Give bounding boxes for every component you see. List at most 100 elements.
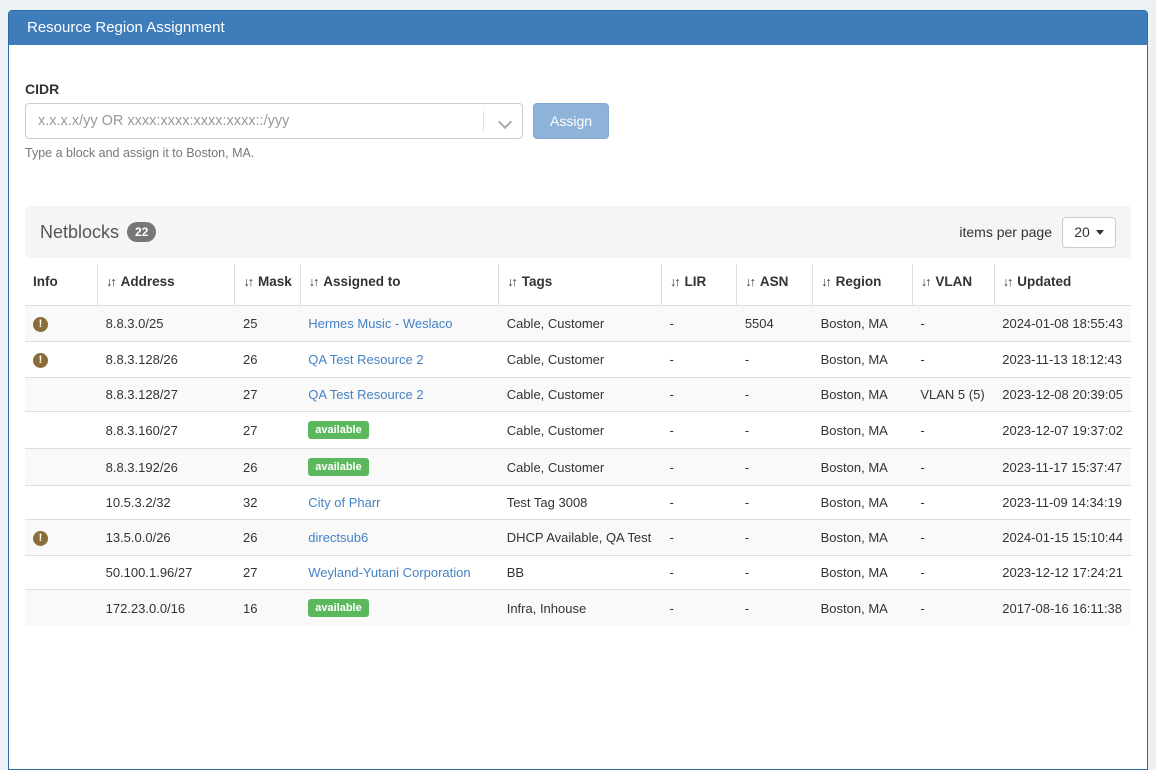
cell-lir: - [662,412,737,449]
cell-info [25,412,98,449]
caret-down-icon [1096,230,1104,235]
column-header-tags[interactable]: ↓↑ Tags [499,264,662,306]
cell-tags: Cable, Customer [499,449,662,486]
cell-updated: 2023-11-09 14:34:19 [994,486,1131,520]
column-header-vlan[interactable]: ↓↑VLAN [912,264,994,306]
cell-assigned-to: available [300,449,498,486]
cell-region: Boston, MA [813,486,913,520]
sort-icon: ↓↑ [309,275,318,289]
resource-region-panel: Resource Region Assignment CIDR Assign T… [8,10,1148,770]
cell-asn: 5504 [737,306,813,342]
cell-updated: 2023-11-17 15:37:47 [994,449,1131,486]
table-row: 172.23.0.0/1616availableInfra, Inhouse--… [25,590,1131,627]
warning-icon[interactable]: ! [33,353,48,368]
cidr-input[interactable] [26,104,522,138]
cell-lir: - [662,556,737,590]
cell-updated: 2023-12-08 20:39:05 [994,378,1131,412]
cell-address: 13.5.0.0/26 [98,520,235,556]
table-row: !8.8.3.128/2626QA Test Resource 2Cable, … [25,342,1131,378]
cell-tags: Cable, Customer [499,306,662,342]
column-label: VLAN [935,274,972,289]
assigned-to-link[interactable]: Weyland-Yutani Corporation [308,565,470,580]
cell-updated: 2024-01-15 15:10:44 [994,520,1131,556]
cidr-help-text: Type a block and assign it to Boston, MA… [25,146,1131,160]
column-label: Address [121,274,175,289]
column-label: Info [33,274,58,289]
available-badge: available [308,421,368,439]
cell-vlan: - [912,449,994,486]
assigned-to-link[interactable]: directsub6 [308,530,368,545]
cidr-form-row: Assign [25,103,1131,139]
sort-icon: ↓↑ [507,275,516,289]
cell-updated: 2024-01-08 18:55:43 [994,306,1131,342]
warning-icon[interactable]: ! [33,317,48,332]
sort-icon: ↓↑ [745,275,754,289]
cell-mask: 26 [235,520,300,556]
cell-info: ! [25,306,98,342]
cell-asn: - [737,342,813,378]
cell-address: 8.8.3.128/27 [98,378,235,412]
cell-region: Boston, MA [813,378,913,412]
cell-tags: Cable, Customer [499,412,662,449]
cell-assigned-to: directsub6 [300,520,498,556]
assigned-to-link[interactable]: City of Pharr [308,495,380,510]
table-row: 10.5.3.2/3232City of PharrTest Tag 3008-… [25,486,1131,520]
column-label: LIR [685,274,707,289]
page-size-select[interactable]: 20 [1062,217,1116,248]
cell-updated: 2017-08-16 16:11:38 [994,590,1131,627]
cell-info: ! [25,520,98,556]
cell-vlan: - [912,556,994,590]
chevron-down-icon[interactable] [500,117,510,127]
column-header-info: Info [25,264,98,306]
column-header-assigned-to[interactable]: ↓↑Assigned to [300,264,498,306]
cell-asn: - [737,556,813,590]
cell-tags: Infra, Inhouse [499,590,662,627]
netblocks-table: Info↓↑Address↓↑Mask↓↑Assigned to↓↑Tags↓↑… [25,264,1131,626]
cell-info [25,590,98,627]
column-header-region[interactable]: ↓↑Region [813,264,913,306]
cell-region: Boston, MA [813,590,913,627]
available-badge: available [308,458,368,476]
cell-info: ! [25,342,98,378]
column-header-mask[interactable]: ↓↑Mask [235,264,300,306]
sort-icon: ↓↑ [670,275,679,289]
cell-tags: Test Tag 3008 [499,486,662,520]
cell-asn: - [737,520,813,556]
netblocks-count-badge: 22 [127,222,156,242]
cell-assigned-to: Weyland-Yutani Corporation [300,556,498,590]
assign-button[interactable]: Assign [533,103,609,139]
column-label: ASN [760,274,789,289]
cell-updated: 2023-11-13 18:12:43 [994,342,1131,378]
cell-info [25,556,98,590]
column-header-address[interactable]: ↓↑Address [98,264,235,306]
cell-region: Boston, MA [813,520,913,556]
warning-icon[interactable]: ! [33,531,48,546]
cell-assigned-to: Hermes Music - Weslaco [300,306,498,342]
column-header-updated[interactable]: ↓↑Updated [994,264,1131,306]
netblocks-title-label: Netblocks [40,222,119,243]
cell-tags: Cable, Customer [499,342,662,378]
cell-assigned-to: available [300,590,498,627]
cell-vlan: - [912,486,994,520]
input-divider [483,111,484,131]
sort-icon: ↓↑ [1003,275,1012,289]
cell-asn: - [737,486,813,520]
cell-vlan: - [912,306,994,342]
cell-assigned-to: available [300,412,498,449]
cell-address: 8.8.3.160/27 [98,412,235,449]
cell-updated: 2023-12-07 19:37:02 [994,412,1131,449]
table-header-row: Info↓↑Address↓↑Mask↓↑Assigned to↓↑Tags↓↑… [25,264,1131,306]
cell-region: Boston, MA [813,449,913,486]
column-header-lir[interactable]: ↓↑ LIR [662,264,737,306]
column-label: Region [836,274,882,289]
cell-mask: 32 [235,486,300,520]
table-row: 8.8.3.192/2626availableCable, Customer--… [25,449,1131,486]
assigned-to-link[interactable]: Hermes Music - Weslaco [308,316,452,331]
column-label: Tags [522,274,553,289]
assigned-to-link[interactable]: QA Test Resource 2 [308,352,423,367]
items-per-page-label: items per page [959,224,1052,240]
cell-lir: - [662,449,737,486]
assigned-to-link[interactable]: QA Test Resource 2 [308,387,423,402]
cell-address: 8.8.3.0/25 [98,306,235,342]
column-header-asn[interactable]: ↓↑ ASN [737,264,813,306]
